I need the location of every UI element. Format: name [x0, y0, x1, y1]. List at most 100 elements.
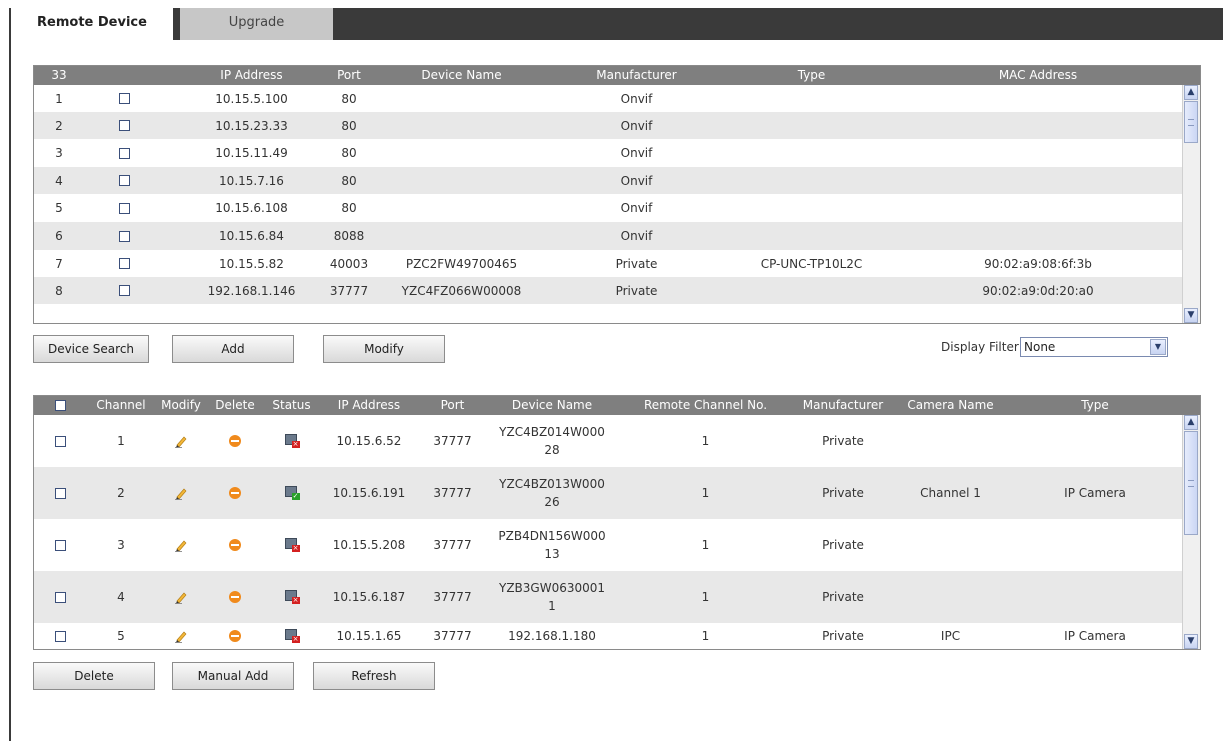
- search-table-row[interactable]: 3 10.15.11.49 80 Onvif: [34, 139, 1183, 167]
- ip-address: 10.15.5.100: [215, 91, 288, 106]
- delete-cell[interactable]: [206, 623, 264, 649]
- modify-cell[interactable]: [156, 467, 206, 519]
- row-checkbox-cell[interactable]: [34, 623, 86, 649]
- delete-cell[interactable]: [206, 415, 264, 467]
- minus-circle-icon[interactable]: [229, 487, 241, 499]
- row-checkbox-cell[interactable]: [84, 167, 164, 194]
- modify-cell[interactable]: [156, 519, 206, 571]
- camera-name: [893, 519, 1008, 571]
- tab-upgrade[interactable]: Upgrade: [180, 8, 333, 40]
- row-checkbox[interactable]: [118, 93, 130, 104]
- refresh-button[interactable]: Refresh: [313, 662, 435, 690]
- row-number: 4: [55, 173, 63, 188]
- pencil-icon[interactable]: [174, 629, 188, 643]
- row-checkbox-cell[interactable]: [84, 112, 164, 139]
- row-checkbox[interactable]: [118, 202, 130, 214]
- added-table-scrollbar[interactable]: ▲ ▼: [1182, 415, 1200, 649]
- header-select-all[interactable]: [34, 396, 86, 415]
- scroll-down-button[interactable]: ▼: [1184, 634, 1198, 649]
- row-checkbox-cell[interactable]: [34, 571, 86, 623]
- pencil-icon[interactable]: [174, 538, 188, 552]
- delete-button[interactable]: Delete: [33, 662, 155, 690]
- row-checkbox[interactable]: [118, 120, 130, 131]
- row-checkbox[interactable]: [118, 230, 130, 242]
- camera-type: IP Camera: [1064, 486, 1126, 500]
- row-checkbox-cell[interactable]: [84, 194, 164, 222]
- added-device-row[interactable]: 2 ✓ 10.15.6.191 37777 YZC4BZ013W00026 1 Privat…: [34, 467, 1183, 519]
- device-search-button[interactable]: Device Search: [33, 335, 149, 363]
- delete-cell[interactable]: [206, 467, 264, 519]
- scroll-thumb[interactable]: [1184, 101, 1198, 143]
- device-name: PZC2FW49700465: [405, 256, 518, 271]
- row-number: 5: [55, 201, 63, 215]
- mac-address: [894, 167, 1182, 194]
- search-table-row[interactable]: 8 192.168.1.146 37777 YZC4FZ066W00008 Privat…: [34, 277, 1183, 304]
- scroll-down-button[interactable]: ▼: [1184, 308, 1198, 323]
- display-filter-select[interactable]: None ▼: [1020, 337, 1168, 357]
- chevron-down-icon[interactable]: ▼: [1150, 339, 1166, 355]
- modify-cell[interactable]: [156, 571, 206, 623]
- select-all-checkbox[interactable]: [54, 400, 66, 411]
- search-table-row[interactable]: 7 10.15.5.82 40003 PZC2FW49700465 Private CP-…: [34, 250, 1183, 277]
- row-checkbox[interactable]: [118, 258, 130, 269]
- remote-channel-no: 1: [701, 434, 710, 448]
- manual-add-button[interactable]: Manual Add: [172, 662, 294, 690]
- delete-cell[interactable]: [206, 571, 264, 623]
- minus-circle-icon[interactable]: [229, 539, 241, 551]
- search-table-row[interactable]: 1 10.15.5.100 80 Onvif: [34, 85, 1183, 112]
- row-checkbox[interactable]: [54, 487, 66, 499]
- scroll-up-button[interactable]: ▲: [1184, 415, 1198, 430]
- device-name: [379, 139, 544, 167]
- row-checkbox[interactable]: [54, 591, 66, 603]
- add-button[interactable]: Add: [172, 335, 294, 363]
- scroll-thumb[interactable]: [1184, 431, 1198, 535]
- row-checkbox[interactable]: [118, 285, 130, 296]
- pencil-icon[interactable]: [174, 590, 188, 604]
- row-checkbox[interactable]: [118, 175, 130, 186]
- tab-remote-device[interactable]: Remote Device: [11, 8, 173, 40]
- row-checkbox-cell[interactable]: [34, 415, 86, 467]
- row-checkbox[interactable]: [54, 630, 66, 642]
- added-device-row[interactable]: 5 × 10.15.1.65 37777 192.168.1.180 1 Private IP…: [34, 623, 1183, 649]
- modify-button[interactable]: Modify: [323, 335, 445, 363]
- row-checkbox-cell[interactable]: [84, 222, 164, 250]
- row-checkbox-cell[interactable]: [34, 519, 86, 571]
- pencil-icon[interactable]: [174, 486, 188, 500]
- header-status: Status: [272, 398, 311, 412]
- search-table-row[interactable]: 6 10.15.6.84 8088 Onvif: [34, 222, 1183, 250]
- row-checkbox-cell[interactable]: [84, 250, 164, 277]
- minus-circle-icon[interactable]: [229, 591, 241, 603]
- row-checkbox-cell[interactable]: [84, 85, 164, 112]
- row-checkbox-cell[interactable]: [84, 139, 164, 167]
- device-name: YZC4BZ014W00028: [499, 425, 605, 457]
- camera-name: [893, 571, 1008, 623]
- delete-cell[interactable]: [206, 519, 264, 571]
- ip-address: 10.15.6.191: [332, 486, 406, 500]
- search-table-row[interactable]: 5 10.15.6.108 80 Onvif: [34, 194, 1183, 222]
- remote-channel-no: 1: [701, 538, 710, 552]
- port: 8088: [333, 229, 365, 243]
- added-device-row[interactable]: 3 × 10.15.5.208 37777 PZB4DN156W00013 1 Privat…: [34, 519, 1183, 571]
- row-checkbox[interactable]: [118, 147, 130, 159]
- minus-circle-icon[interactable]: [229, 630, 241, 642]
- mac-address: [894, 194, 1182, 222]
- added-device-row[interactable]: 1 × 10.15.6.52 37777 YZC4BZ014W00028 1 Private: [34, 415, 1183, 467]
- status-badge: ×: [291, 440, 300, 448]
- added-device-row[interactable]: 4 × 10.15.6.187 37777 YZB3GW06300011 1 Private: [34, 571, 1183, 623]
- row-checkbox-cell[interactable]: [84, 277, 164, 304]
- modify-cell[interactable]: [156, 623, 206, 649]
- search-table-row[interactable]: 4 10.15.7.16 80 Onvif: [34, 167, 1183, 194]
- header-camera-name: Camera Name: [907, 398, 994, 412]
- row-checkbox[interactable]: [54, 435, 66, 447]
- row-checkbox[interactable]: [54, 539, 66, 551]
- header-mac-address: MAC Address: [998, 68, 1078, 82]
- modify-cell[interactable]: [156, 415, 206, 467]
- ip-address: 192.168.1.146: [207, 283, 296, 298]
- camera-name: Channel 1: [920, 486, 981, 500]
- minus-circle-icon[interactable]: [229, 435, 241, 447]
- row-checkbox-cell[interactable]: [34, 467, 86, 519]
- pencil-icon[interactable]: [174, 434, 188, 448]
- scroll-up-button[interactable]: ▲: [1184, 85, 1198, 100]
- search-table-row[interactable]: 2 10.15.23.33 80 Onvif: [34, 112, 1183, 139]
- search-table-scrollbar[interactable]: ▲ ▼: [1182, 85, 1200, 323]
